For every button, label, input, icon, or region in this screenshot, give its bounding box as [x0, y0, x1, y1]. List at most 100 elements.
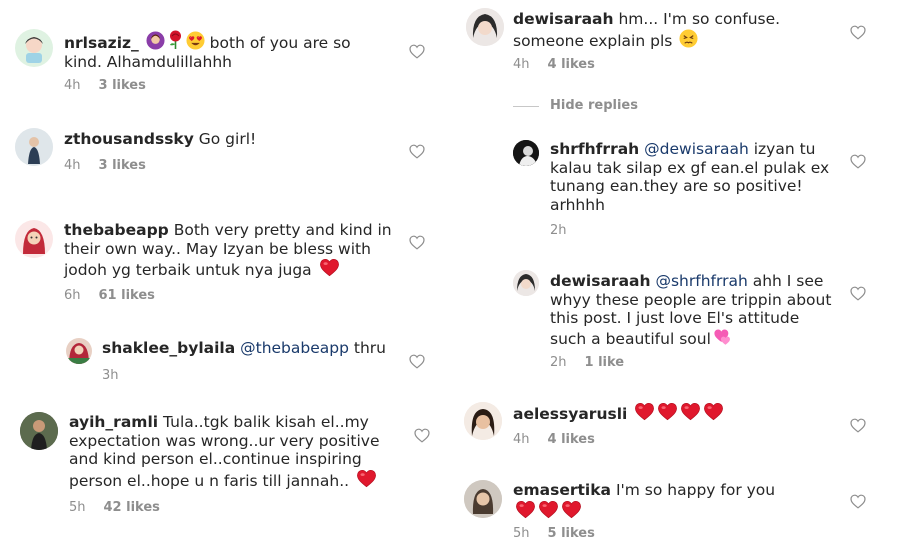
- comment-meta: 3h: [102, 368, 119, 383]
- likes-count[interactable]: 3 likes: [99, 78, 146, 93]
- mention-link[interactable]: @shrfhfrrah: [655, 272, 747, 290]
- like-heart-icon[interactable]: [409, 235, 425, 250]
- hide-replies-button[interactable]: Hide replies: [550, 98, 638, 113]
- person-emoji-icon: [146, 31, 165, 50]
- comment-dewisaraah: dewisaraah hm... I'm so confuse. someone…: [460, 0, 900, 80]
- username[interactable]: emasertika: [513, 481, 611, 499]
- timestamp[interactable]: 4h: [513, 57, 530, 72]
- avatar[interactable]: [464, 480, 502, 518]
- comment-meta: 4h 4 likes: [513, 57, 595, 72]
- heart-eyes-emoji-icon: [186, 31, 205, 50]
- red-heart-emoji-icon: [515, 500, 536, 519]
- like-heart-icon[interactable]: [409, 144, 425, 159]
- red-heart-emoji-icon: [319, 258, 340, 277]
- comment-meta: 5h 5 likes: [513, 526, 595, 541]
- username[interactable]: shaklee_bylaila: [102, 339, 235, 357]
- comment-meta: 4h 4 likes: [513, 432, 595, 447]
- username[interactable]: aelessyarusli: [513, 405, 627, 423]
- likes-count[interactable]: 61 likes: [99, 288, 155, 303]
- red-heart-emoji-icon: [634, 402, 655, 421]
- timestamp[interactable]: 4h: [64, 78, 81, 93]
- avatar[interactable]: [513, 270, 539, 296]
- timestamp[interactable]: 4h: [513, 432, 530, 447]
- username[interactable]: zthousandssky: [64, 130, 194, 148]
- comment-aelessyarusli: aelessyarusli 4h 4 likes: [460, 392, 900, 462]
- persevering-face-emoji-icon: [679, 28, 698, 48]
- comment-nrlsaziz: nrlsaziz_ both of you are so kind. Alham…: [0, 0, 440, 100]
- avatar[interactable]: [15, 29, 53, 67]
- timestamp[interactable]: 2h: [550, 223, 567, 238]
- like-heart-icon[interactable]: [409, 354, 425, 369]
- comment-text: thru: [353, 339, 386, 357]
- comment-body: zthousandssky Go girl!: [64, 130, 384, 149]
- avatar[interactable]: [15, 220, 53, 258]
- rose-emoji-icon: [167, 30, 184, 50]
- comment-meta: 2h: [550, 223, 567, 238]
- username[interactable]: nrlsaziz_: [64, 34, 139, 52]
- comment-ayih-ramli: ayih_ramli Tula..tgk balik kisah el..my …: [0, 404, 440, 524]
- comment-body: dewisaraah @shrfhfrrah ahh I see whyy th…: [550, 272, 835, 348]
- comment-body: shrfhfrrah @dewisaraah izyan tu kalau ta…: [550, 140, 835, 214]
- timestamp[interactable]: 5h: [69, 500, 86, 515]
- avatar[interactable]: [464, 402, 502, 440]
- comment-body: dewisaraah hm... I'm so confuse. someone…: [513, 10, 833, 50]
- comment-body: aelessyarusli: [513, 402, 833, 424]
- comment-dewisaraah-reply: dewisaraah @shrfhfrrah ahh I see whyy th…: [460, 262, 900, 382]
- comment-body: ayih_ramli Tula..tgk balik kisah el..my …: [69, 413, 389, 490]
- likes-count[interactable]: 3 likes: [99, 158, 146, 173]
- comment-meta: 4h 3 likes: [64, 158, 146, 173]
- avatar[interactable]: [66, 338, 92, 364]
- timestamp[interactable]: 6h: [64, 288, 81, 303]
- likes-count[interactable]: 4 likes: [548, 432, 595, 447]
- comment-emasertika: emasertika I'm so happy for you 5h 5 like…: [460, 470, 900, 560]
- likes-count[interactable]: 4 likes: [548, 57, 595, 72]
- comment-body: shaklee_bylaila @thebabeapp thru: [102, 339, 402, 358]
- timestamp[interactable]: 4h: [64, 158, 81, 173]
- username[interactable]: dewisaraah: [513, 10, 614, 28]
- timestamp[interactable]: 2h: [550, 355, 567, 370]
- mention-link[interactable]: @thebabeapp: [240, 339, 349, 357]
- avatar[interactable]: [15, 128, 53, 166]
- like-heart-icon[interactable]: [414, 428, 430, 443]
- comment-text: Go girl!: [198, 130, 257, 148]
- comment-shaklee-bylaila: shaklee_bylaila @thebabeapp thru 3h: [0, 330, 440, 390]
- timestamp[interactable]: 3h: [102, 368, 119, 383]
- username[interactable]: dewisaraah: [550, 272, 651, 290]
- avatar[interactable]: [513, 140, 539, 166]
- red-heart-emoji-icon: [680, 402, 701, 421]
- timestamp[interactable]: 5h: [513, 526, 530, 541]
- red-heart-emoji-icon: [703, 402, 724, 421]
- like-heart-icon[interactable]: [850, 418, 866, 433]
- username[interactable]: shrfhfrrah: [550, 140, 639, 158]
- comment-body: thebabeapp Both very pretty and kind in …: [64, 221, 394, 280]
- two-hearts-emoji-icon: [713, 328, 733, 346]
- red-heart-emoji-icon: [657, 402, 678, 421]
- red-heart-emoji-icon: [538, 500, 559, 519]
- comment-meta: 4h 3 likes: [64, 78, 146, 93]
- comment-meta: 2h 1 like: [550, 355, 624, 370]
- comment-zthousandssky: zthousandssky Go girl! 4h 3 likes: [0, 118, 440, 178]
- avatar[interactable]: [466, 8, 504, 46]
- like-heart-icon[interactable]: [850, 286, 866, 301]
- username[interactable]: thebabeapp: [64, 221, 169, 239]
- comment-text-line1: hm... I'm so confuse.: [618, 10, 781, 28]
- comment-text: I'm so happy for you: [615, 481, 776, 499]
- likes-count[interactable]: 5 likes: [548, 526, 595, 541]
- like-heart-icon[interactable]: [850, 25, 866, 40]
- likes-count[interactable]: 42 likes: [104, 500, 160, 515]
- comment-thebabeapp: thebabeapp Both very pretty and kind in …: [0, 210, 440, 310]
- comment-shrfhfrrah: shrfhfrrah @dewisaraah izyan tu kalau ta…: [460, 130, 900, 240]
- comment-text-line2: someone explain pls: [513, 31, 673, 50]
- likes-count[interactable]: 1 like: [585, 355, 625, 370]
- like-heart-icon[interactable]: [850, 154, 866, 169]
- like-heart-icon[interactable]: [850, 494, 866, 509]
- comment-meta: 5h 42 likes: [69, 500, 160, 515]
- replies-divider: [513, 106, 539, 107]
- comment-body: emasertika I'm so happy for you: [513, 481, 803, 521]
- like-heart-icon[interactable]: [409, 44, 425, 59]
- username[interactable]: ayih_ramli: [69, 413, 158, 431]
- comment-meta: 6h 61 likes: [64, 288, 155, 303]
- mention-link[interactable]: @dewisaraah: [644, 140, 749, 158]
- comment-body: nrlsaziz_ both of you are so kind. Alham…: [64, 30, 374, 71]
- avatar[interactable]: [20, 412, 58, 450]
